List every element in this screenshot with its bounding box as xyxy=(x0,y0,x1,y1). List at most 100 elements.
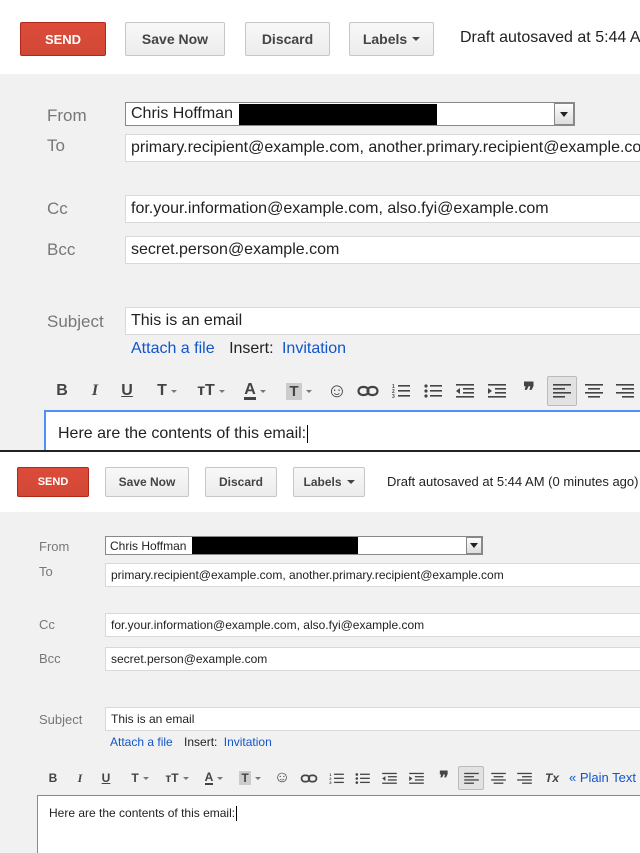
attach-file-link[interactable]: Attach a file xyxy=(110,735,173,749)
numbered-list-button[interactable]: 123 xyxy=(326,768,346,788)
highlight-button[interactable]: T xyxy=(234,768,266,788)
discard-button[interactable]: Discard xyxy=(205,467,277,497)
cc-field[interactable]: for.your.information@example.com, also.f… xyxy=(105,613,640,637)
align-center-button[interactable] xyxy=(581,378,607,404)
align-center-icon xyxy=(585,384,603,398)
redacted-email xyxy=(192,537,359,554)
numbered-list-icon: 123 xyxy=(329,772,344,785)
bulleted-list-button[interactable] xyxy=(352,768,372,788)
subject-field[interactable]: This is an email xyxy=(105,707,640,731)
cc-field[interactable]: for.your.information@example.com, also.f… xyxy=(125,195,640,223)
from-select[interactable]: Chris Hoffman xyxy=(125,102,575,126)
chevron-down-icon xyxy=(217,776,224,780)
emoji-button[interactable]: ☺ xyxy=(324,378,350,404)
bulleted-list-button[interactable] xyxy=(420,378,446,404)
indent-more-button[interactable] xyxy=(484,378,510,404)
bold-button[interactable]: B xyxy=(50,378,74,404)
from-label: From xyxy=(47,106,87,125)
align-center-button[interactable] xyxy=(487,768,509,788)
align-left-button[interactable] xyxy=(458,766,484,790)
font-button[interactable]: T xyxy=(148,378,186,404)
to-field[interactable]: primary.recipient@example.com, another.p… xyxy=(125,134,640,162)
message-body[interactable]: Here are the contents of this email: xyxy=(44,410,640,450)
labels-button-label: Labels xyxy=(303,475,342,489)
align-left-icon xyxy=(463,772,479,784)
font-glyph: T xyxy=(157,382,167,399)
labels-button[interactable]: Labels xyxy=(349,22,434,56)
numbered-list-button[interactable]: 123 xyxy=(388,378,414,404)
chevron-down-icon xyxy=(412,37,421,41)
align-right-icon xyxy=(516,772,532,784)
subject-value: This is an email xyxy=(111,712,195,726)
chevron-down-icon[interactable] xyxy=(554,103,574,125)
link-button[interactable] xyxy=(355,378,381,404)
message-body[interactable]: Here are the contents of this email: xyxy=(37,795,640,853)
from-label: From xyxy=(39,539,70,554)
chevron-down-icon xyxy=(346,480,355,484)
underline-button[interactable]: U xyxy=(115,378,139,404)
to-field[interactable]: primary.recipient@example.com, another.p… xyxy=(105,563,640,587)
from-value: Chris Hoffman xyxy=(110,538,187,553)
save-now-button[interactable]: Save Now xyxy=(125,22,225,56)
to-value: primary.recipient@example.com, another.p… xyxy=(111,568,504,582)
cc-label: Cc xyxy=(47,199,68,218)
bcc-field[interactable]: secret.person@example.com xyxy=(105,647,640,671)
italic-button[interactable]: I xyxy=(83,378,107,404)
link-icon xyxy=(357,385,379,397)
remove-formatting-button[interactable]: Tx xyxy=(540,768,564,788)
invitation-link[interactable]: Invitation xyxy=(224,735,272,749)
redacted-email xyxy=(238,103,437,125)
bulleted-list-icon xyxy=(424,384,442,398)
send-button[interactable]: SEND xyxy=(20,22,106,56)
quote-button[interactable]: ❞ xyxy=(433,768,455,788)
text-cursor xyxy=(307,425,309,443)
invitation-link[interactable]: Invitation xyxy=(282,340,346,357)
insert-label: Insert: xyxy=(184,735,218,749)
indent-more-button[interactable] xyxy=(406,768,426,788)
highlight-button[interactable]: T xyxy=(280,378,318,404)
align-right-button[interactable] xyxy=(513,768,535,788)
text-color-button[interactable]: A xyxy=(198,768,230,788)
plain-text-link[interactable]: « Plain Text xyxy=(569,770,636,785)
bold-button[interactable]: B xyxy=(44,768,62,788)
link-button[interactable] xyxy=(298,768,320,788)
align-right-icon xyxy=(616,384,634,398)
font-size-glyph: тT xyxy=(165,771,179,785)
attach-file-link[interactable]: Attach a file xyxy=(131,340,215,357)
highlight-glyph: T xyxy=(286,382,302,400)
bcc-field[interactable]: secret.person@example.com xyxy=(125,236,640,264)
subject-label: Subject xyxy=(47,312,104,331)
align-left-button[interactable] xyxy=(547,376,577,406)
font-size-button[interactable]: тT xyxy=(192,378,230,404)
italic-button[interactable]: I xyxy=(71,768,89,788)
align-right-button[interactable] xyxy=(612,378,638,404)
align-left-icon xyxy=(553,384,571,398)
indent-less-button[interactable] xyxy=(452,378,478,404)
chevron-down-icon xyxy=(218,389,225,393)
discard-button[interactable]: Discard xyxy=(245,22,330,56)
chevron-down-icon xyxy=(170,389,177,393)
font-button[interactable]: T xyxy=(124,768,156,788)
font-size-button[interactable]: тT xyxy=(160,768,194,788)
emoji-button[interactable]: ☺ xyxy=(272,768,292,788)
chevron-down-icon xyxy=(182,776,189,780)
compose-panel: SEND Save Now Discard Labels Draft autos… xyxy=(0,452,640,853)
underline-button[interactable]: U xyxy=(97,768,115,788)
indent-less-button[interactable] xyxy=(379,768,399,788)
save-now-button[interactable]: Save Now xyxy=(105,467,189,497)
quote-button[interactable]: ❞ xyxy=(516,378,542,404)
chevron-down-icon[interactable] xyxy=(466,537,482,554)
from-select[interactable]: Chris Hoffman xyxy=(105,536,483,555)
link-icon xyxy=(300,773,318,783)
chevron-down-icon xyxy=(305,389,312,393)
labels-button-label: Labels xyxy=(362,31,408,47)
bcc-label: Bcc xyxy=(39,651,61,666)
font-glyph: T xyxy=(131,771,139,785)
chevron-down-icon xyxy=(259,389,266,393)
subject-field[interactable]: This is an email xyxy=(125,307,640,335)
subject-label: Subject xyxy=(39,712,83,727)
indent-more-icon xyxy=(408,772,424,784)
text-color-button[interactable]: A xyxy=(236,378,274,404)
send-button[interactable]: SEND xyxy=(17,467,89,497)
labels-button[interactable]: Labels xyxy=(293,467,365,497)
